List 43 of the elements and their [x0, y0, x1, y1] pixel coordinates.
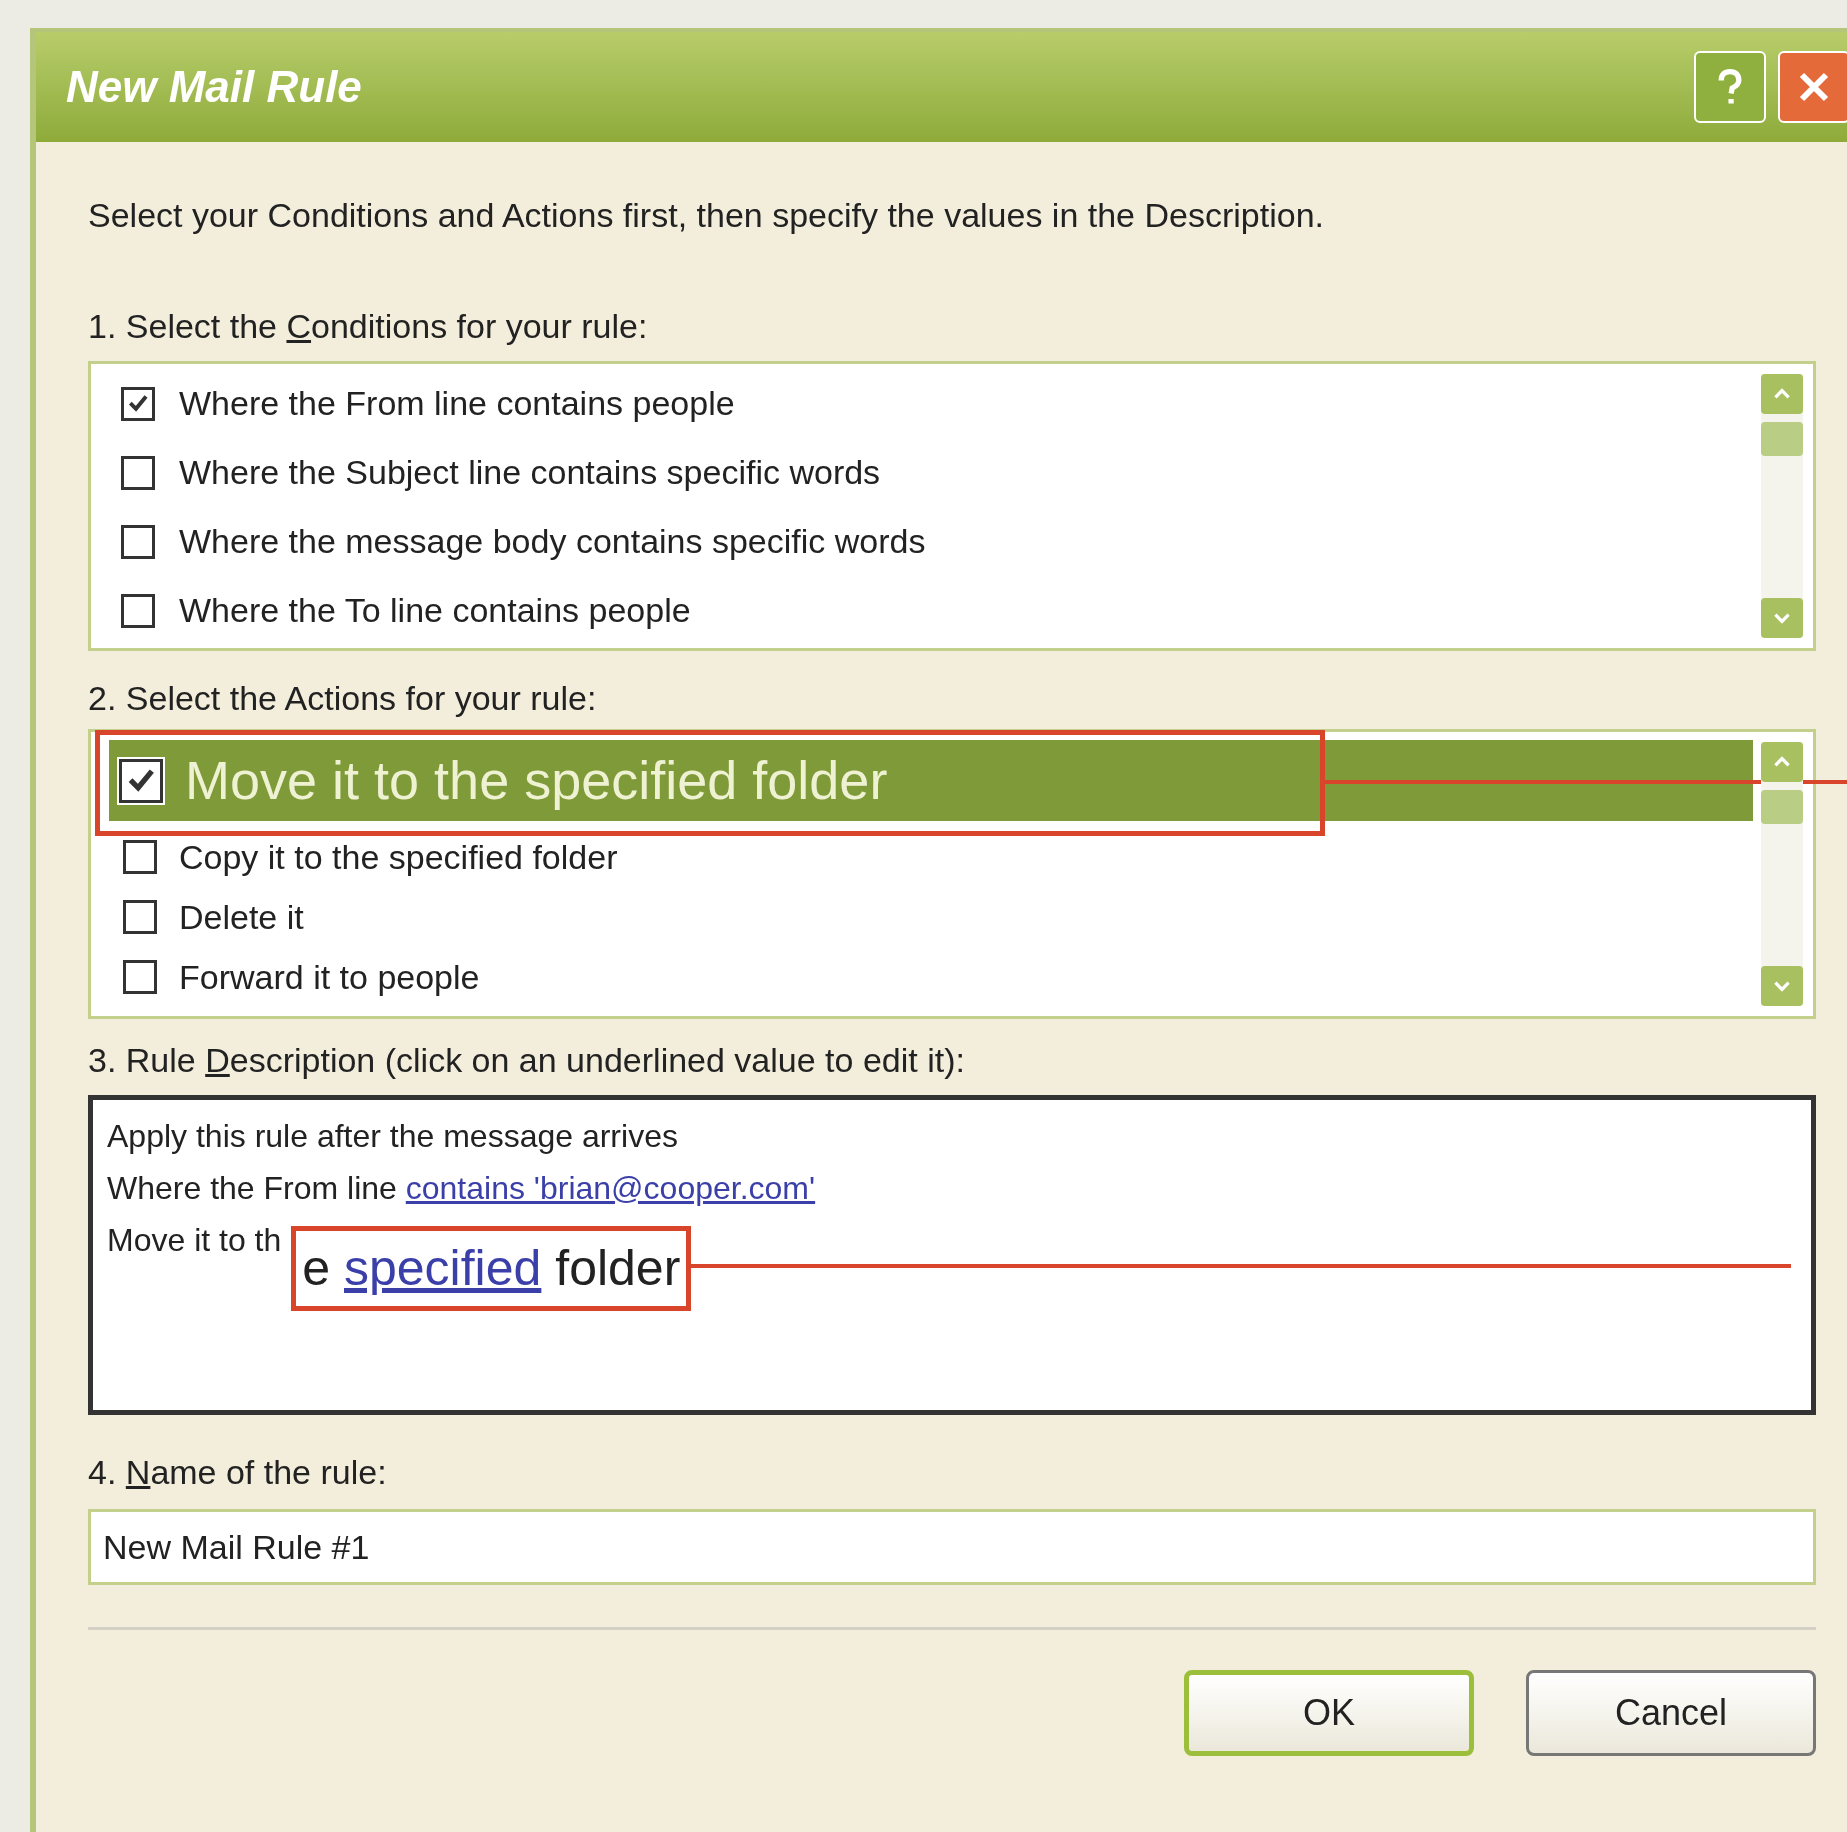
condition-item[interactable]: Where the Subject line contains specific words: [179, 447, 881, 498]
scroll-thumb[interactable]: [1761, 790, 1803, 824]
dialog-button[interactable]: OK: [1184, 1670, 1474, 1756]
condition-item[interactable]: Where the From line contains people: [179, 378, 735, 429]
dialog-button[interactable]: Cancel: [1526, 1670, 1816, 1756]
action-item[interactable]: Delete it: [179, 891, 304, 943]
magnified-text: e specified folder: [291, 1226, 692, 1311]
actions-label: 2. Select the Actions for your rule:: [88, 681, 598, 715]
scroll-thumb[interactable]: [1761, 422, 1803, 456]
checkbox[interactable]: [121, 455, 155, 490]
value-link[interactable]: contains 'brian@cooper.com': [405, 1170, 816, 1206]
description-line: Move it to th: [107, 1221, 282, 1260]
description-line: Apply this rule after the message arrives: [107, 1117, 678, 1156]
conditions-label: 1. Select the Conditions for your rule:: [88, 309, 649, 343]
help-button[interactable]: [1694, 51, 1766, 123]
scroll-down-button[interactable]: [1761, 966, 1803, 1006]
description-label: 3. Rule Description (click on an underlined value to edit it):: [88, 1043, 966, 1077]
scrollbar[interactable]: [1761, 742, 1803, 1006]
checkbox[interactable]: [121, 524, 155, 559]
scroll-down-button[interactable]: [1761, 598, 1803, 638]
action-row[interactable]: Forward it to people: [109, 953, 1753, 1001]
scroll-up-button[interactable]: [1761, 742, 1803, 782]
instruction-text: Select your Conditions and Actions first, then specify the values in the Description.: [88, 195, 1325, 236]
rule-name-label: 4. Name of the rule:: [88, 1455, 388, 1489]
close-button[interactable]: [1778, 51, 1847, 123]
condition-item[interactable]: Where the To line contains people: [179, 585, 691, 636]
checkbox[interactable]: [121, 593, 155, 628]
action-item[interactable]: Copy it to the specified folder: [179, 831, 618, 883]
value-link[interactable]: specified: [344, 1240, 542, 1296]
checkbox[interactable]: [123, 900, 157, 934]
rule-name-field[interactable]: New Mail Rule #1: [88, 1509, 1816, 1585]
description-line: Where the From line contains 'brian@cooper.com': [107, 1169, 816, 1208]
window-title: New Mail Rule: [66, 61, 362, 113]
action-item[interactable]: Forward it to people: [179, 951, 480, 1003]
action-row[interactable]: Delete it: [109, 893, 1753, 941]
scroll-up-button[interactable]: [1761, 374, 1803, 414]
checkbox[interactable]: [121, 386, 155, 421]
checkbox[interactable]: [119, 758, 163, 803]
checkbox[interactable]: [123, 960, 157, 994]
action-row[interactable]: Copy it to the specified folder: [109, 833, 1753, 881]
condition-item[interactable]: Where the message body contains specific words: [179, 516, 926, 567]
checkbox[interactable]: [123, 840, 157, 874]
scrollbar[interactable]: [1761, 374, 1803, 638]
